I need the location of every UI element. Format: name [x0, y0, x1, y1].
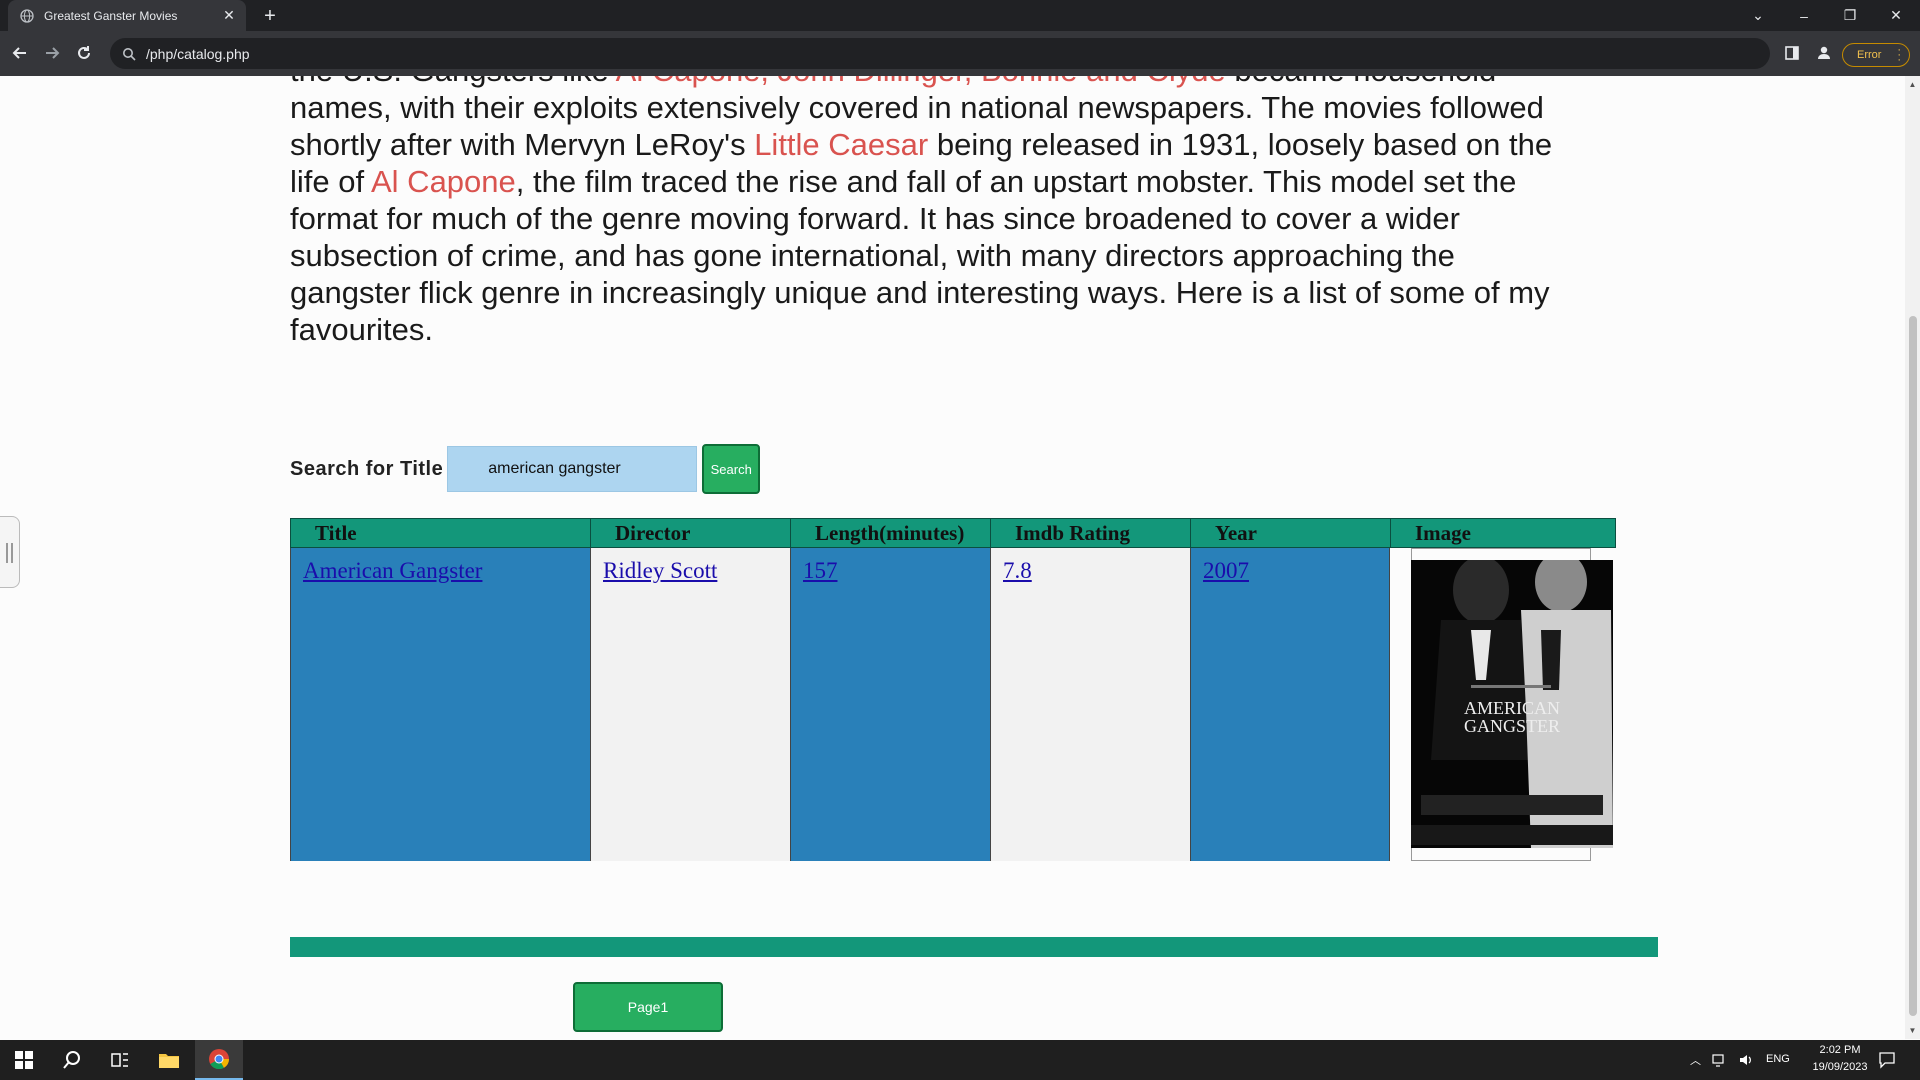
search-label: Search for Title — [290, 457, 444, 480]
reload-icon[interactable] — [70, 39, 98, 67]
title-link[interactable]: American Gangster — [303, 558, 482, 584]
poster-title-line1: AMERICAN — [1463, 698, 1560, 718]
cell-director: Ridley Scott — [590, 548, 790, 861]
header-rating: Imdb Rating — [990, 518, 1191, 548]
tray-chevron-icon[interactable]: ︿ — [1690, 1052, 1701, 1068]
url-text: /php/catalog.php — [146, 45, 250, 62]
director-link[interactable]: Ridley Scott — [603, 558, 717, 584]
window-close-icon[interactable]: ✕ — [1873, 0, 1919, 31]
header-year: Year — [1190, 518, 1391, 548]
poster-title-line2: GANGSTER — [1463, 716, 1560, 736]
tab-title: Greatest Ganster Movies — [44, 8, 178, 23]
search-form: Search for Title american gangster Searc… — [290, 444, 761, 494]
header-title: Title — [290, 518, 591, 548]
intro-line: subsection of crime, and has gone intern… — [290, 238, 1455, 273]
search-icon[interactable] — [48, 1040, 96, 1080]
highlight-link: Al Capone, John Dillinger, Bonnie and Cl… — [616, 76, 1226, 88]
error-label: Error — [1857, 49, 1882, 61]
header-image: Image — [1390, 518, 1616, 548]
minimize-icon[interactable]: – — [1781, 0, 1827, 31]
browser-tab[interactable]: Greatest Ganster Movies ✕ — [8, 0, 246, 31]
intro-line: life of Al Capone, the film traced the r… — [290, 164, 1517, 199]
cell-length: 157 — [790, 548, 990, 861]
cell-year: 2007 — [1190, 548, 1390, 861]
windows-start-icon[interactable] — [0, 1040, 48, 1080]
task-view-icon[interactable] — [96, 1040, 144, 1080]
address-bar[interactable]: /php/catalog.php — [110, 38, 1770, 69]
side-drawer-handle[interactable] — [0, 516, 20, 588]
intro-paragraph: the U.S. Gangsters like Al Capone, John … — [290, 76, 1630, 348]
intro-line: shortly after with Mervyn LeRoy's Little… — [290, 127, 1553, 162]
grip-icon — [6, 543, 13, 563]
network-icon[interactable] — [1712, 1052, 1728, 1068]
page-1-button[interactable]: Page1 — [573, 982, 723, 1032]
file-explorer-icon[interactable] — [145, 1040, 193, 1080]
highlight-al-capone: Al Capone — [371, 164, 516, 199]
scroll-thumb[interactable] — [1909, 316, 1917, 1016]
notification-icon[interactable] — [1878, 1051, 1896, 1069]
tab-search-chevron-icon[interactable]: ⌄ — [1735, 0, 1781, 31]
movie-poster: AMERICAN GANGSTER — [1411, 560, 1613, 848]
volume-icon[interactable] — [1738, 1052, 1754, 1068]
length-link[interactable]: 157 — [803, 558, 838, 584]
browser-toolbar: /php/catalog.php Error · · · — [0, 31, 1920, 76]
cell-title: American Gangster — [290, 548, 590, 861]
side-panel-icon[interactable] — [1783, 44, 1801, 62]
header-length: Length(minutes) — [790, 518, 991, 548]
year-link[interactable]: 2007 — [1203, 558, 1249, 584]
new-tab-icon[interactable]: + — [258, 4, 282, 28]
page-viewport: the U.S. Gangsters like Al Capone, John … — [0, 76, 1905, 1039]
error-status-button[interactable]: Error · · · — [1842, 43, 1910, 67]
globe-icon — [20, 8, 34, 23]
highlight-little-caesar: Little Caesar — [754, 127, 929, 162]
intro-line: the U.S. Gangsters like Al Capone, John … — [290, 76, 1630, 89]
vertical-scrollbar[interactable]: ▲ ▼ — [1905, 76, 1920, 1039]
tab-close-icon[interactable]: ✕ — [220, 7, 238, 25]
back-icon[interactable] — [6, 39, 34, 67]
intro-line: format for much of the genre moving forw… — [290, 201, 1460, 236]
chrome-icon[interactable] — [195, 1040, 243, 1080]
search-button[interactable]: Search — [702, 444, 761, 494]
clock-date[interactable]: 19/09/2023 — [1802, 1061, 1878, 1073]
search-input[interactable]: american gangster — [447, 446, 698, 492]
intro-line: gangster flick genre in increasingly uni… — [290, 275, 1550, 310]
rating-link[interactable]: 7.8 — [1003, 558, 1032, 584]
clock-time[interactable]: 2:02 PM — [1808, 1044, 1872, 1056]
more-menu-icon: · · · — [1897, 44, 1901, 66]
scroll-up-icon[interactable]: ▲ — [1908, 80, 1917, 89]
header-director: Director — [590, 518, 791, 548]
profile-icon[interactable] — [1815, 44, 1833, 62]
forward-icon[interactable] — [38, 39, 66, 67]
browser-tabstrip: Greatest Ganster Movies ✕ + ⌄ – ❐ ✕ — [0, 0, 1920, 31]
intro-line: names, with their exploits extensively c… — [290, 90, 1544, 125]
cell-rating: 7.8 — [990, 548, 1190, 861]
search-icon — [123, 47, 136, 61]
taskbar: ︿ ENG 2:02 PM 19/09/2023 — [0, 1040, 1920, 1080]
table-footer — [290, 937, 1658, 957]
intro-line: favourites. — [290, 312, 434, 347]
language-indicator[interactable]: ENG — [1766, 1053, 1790, 1065]
scroll-down-icon[interactable]: ▼ — [1908, 1026, 1917, 1035]
restore-icon[interactable]: ❐ — [1827, 0, 1873, 31]
